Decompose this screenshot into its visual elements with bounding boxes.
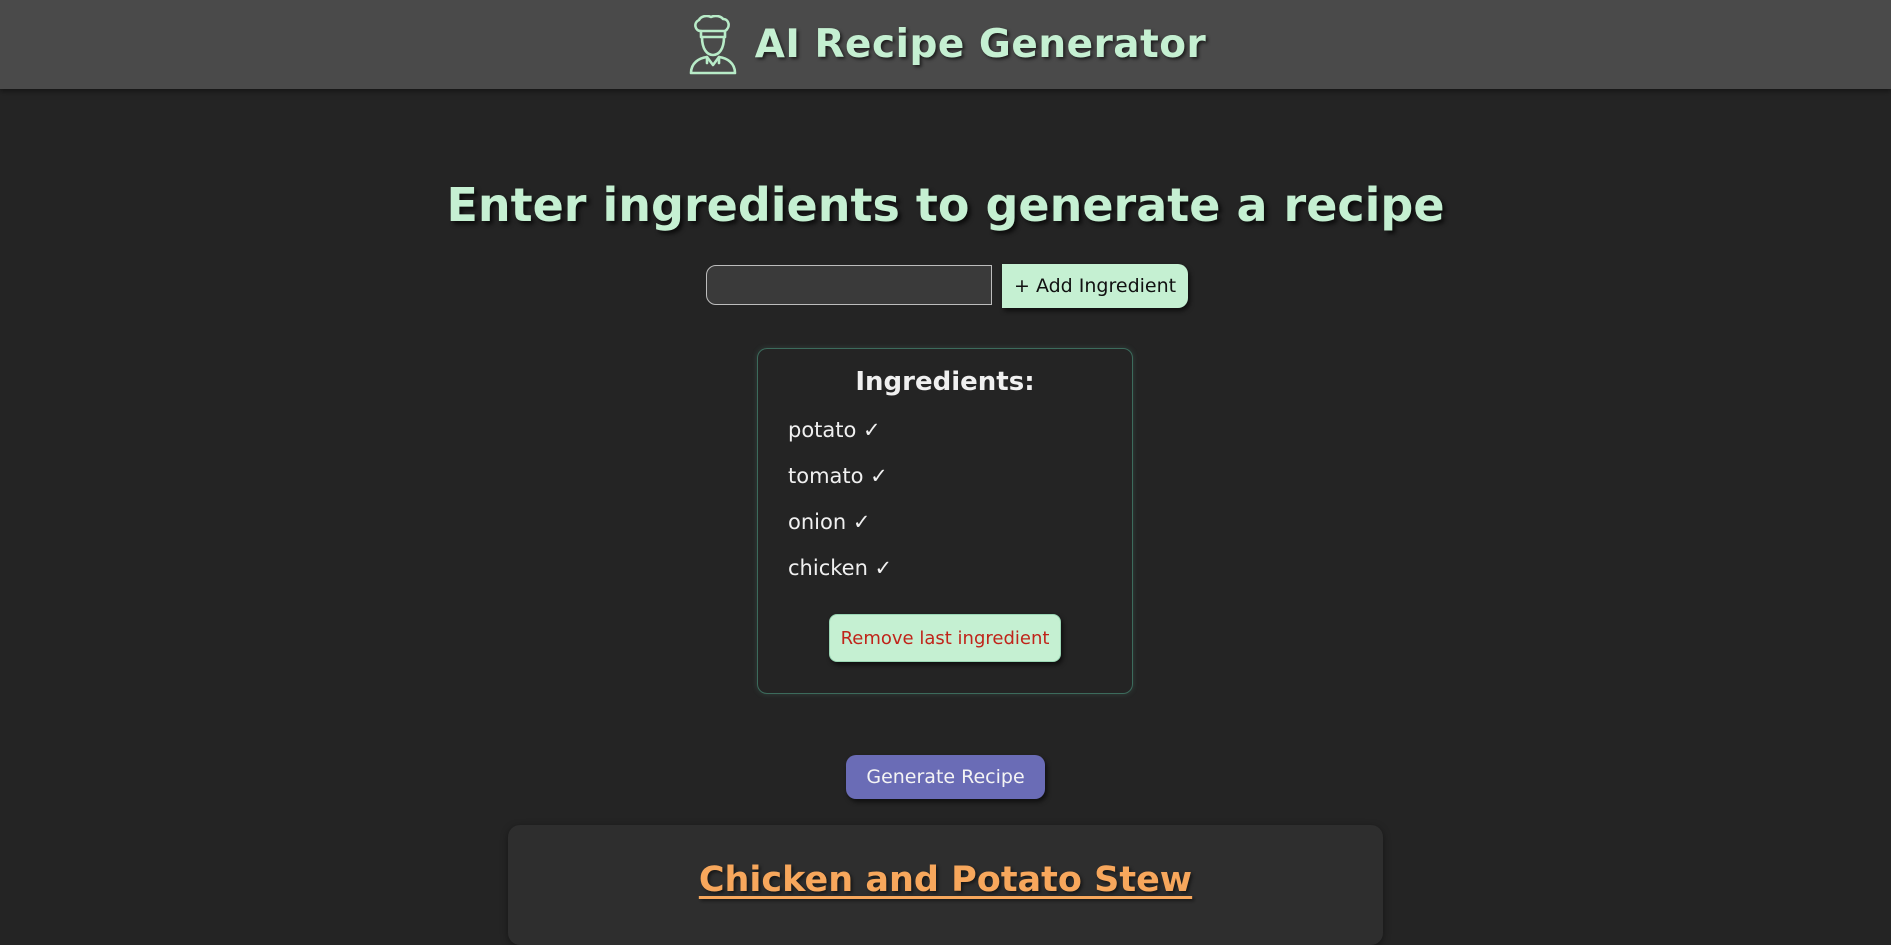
ingredient-input[interactable] — [706, 265, 992, 305]
remove-last-ingredient-button[interactable]: Remove last ingredient — [829, 614, 1061, 662]
app-header: AI Recipe Generator — [0, 0, 1891, 89]
ingredients-panel: Ingredients: potato ✓ tomato ✓ onion ✓ c… — [757, 348, 1133, 694]
ingredient-entry-row: + Add Ingredient — [706, 264, 1189, 308]
chef-icon — [689, 14, 737, 74]
ingredient-item: onion ✓ — [788, 510, 871, 534]
app-title: AI Recipe Generator — [754, 22, 1207, 67]
add-ingredient-button[interactable]: + Add Ingredient — [1002, 264, 1189, 308]
recipe-card: Chicken and Potato Stew — [508, 825, 1383, 945]
ingredients-list: potato ✓ tomato ✓ onion ✓ chicken ✓ — [788, 415, 892, 599]
ingredient-item: tomato ✓ — [788, 464, 888, 488]
ingredient-item: potato ✓ — [788, 418, 881, 442]
generate-recipe-button[interactable]: Generate Recipe — [846, 755, 1045, 799]
header-brand: AI Recipe Generator — [685, 14, 1207, 75]
ingredients-title: Ingredients: — [855, 367, 1035, 397]
ingredient-item: chicken ✓ — [788, 556, 893, 580]
page-heading: Enter ingredients to generate a recipe — [446, 178, 1445, 232]
recipe-title: Chicken and Potato Stew — [698, 860, 1193, 900]
